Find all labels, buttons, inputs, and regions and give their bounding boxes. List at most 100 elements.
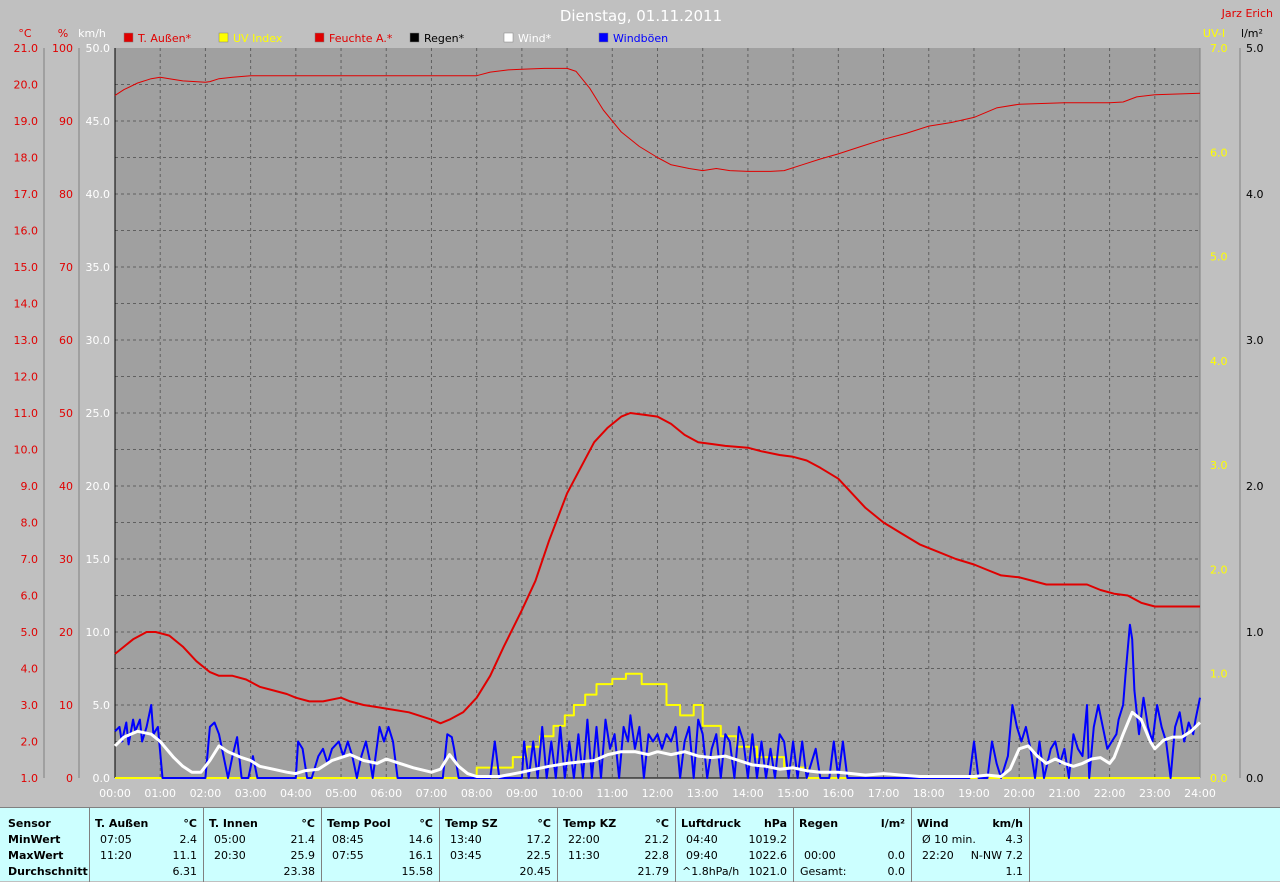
temp-axis-unit: °C [18, 27, 32, 40]
stat-header: T. Innen [209, 817, 258, 830]
stat-max-value: N-NW 7.2 [970, 849, 1023, 862]
temp-axis-tick: 8.0 [21, 517, 39, 530]
author-label: Jarz Erich [1221, 7, 1273, 20]
rain-axis-unit: l/m² [1241, 27, 1263, 40]
x-tick: 04:00 [280, 787, 312, 800]
stat-avg-value: 20.45 [519, 865, 552, 878]
legend: T. Außen* UV Index Feuchte A.* Regen* Wind* W… [123, 32, 668, 45]
x-tick: 06:00 [370, 787, 402, 800]
temp-axis-tick: 19.0 [14, 115, 39, 128]
wind-axis-tick: 15.0 [86, 553, 111, 566]
humidity-axis-unit: % [58, 27, 68, 40]
temp-axis-tick: 18.0 [14, 152, 39, 165]
uv-axis-tick: 6.0 [1210, 146, 1228, 159]
stat-header: Luftdruck [681, 817, 741, 830]
stats-temp-sz: Temp SZ °C 13:40 17.2 03:45 22.5 20.45 [440, 808, 558, 882]
x-tick: 05:00 [325, 787, 357, 800]
x-tick: 21:00 [1049, 787, 1081, 800]
temp-axis-tick: 1.0 [21, 772, 39, 785]
humidity-axis-tick: 30 [59, 553, 73, 566]
temp-axis-tick: 4.0 [21, 663, 39, 676]
humidity-axis-tick: 90 [59, 115, 73, 128]
x-tick: 00:00 [99, 787, 131, 800]
x-tick: 14:00 [732, 787, 764, 800]
stat-max-time: 07:55 [332, 849, 364, 862]
stat-avg-value: 6.31 [172, 865, 198, 878]
legend-swatch [598, 32, 609, 43]
stat-avg-label: Gesamt: [800, 865, 847, 878]
stat-min-value: 4.3 [1005, 833, 1024, 846]
x-tick: 19:00 [958, 787, 990, 800]
x-tick: 15:00 [777, 787, 809, 800]
wind-axis-tick: 35.0 [86, 261, 111, 274]
humidity-axis-tick: 0 [66, 772, 73, 785]
uv-axis-tick: 0.0 [1210, 772, 1228, 785]
uv-axis-tick: 4.0 [1210, 355, 1228, 368]
stat-unit: °C [183, 817, 197, 830]
humidity-axis-tick: 70 [59, 261, 73, 274]
temp-axis-tick: 9.0 [21, 480, 39, 493]
wind-axis-tick: 50.0 [86, 42, 111, 55]
wind-axis-tick: 40.0 [86, 188, 111, 201]
uv-axis-tick: 7.0 [1210, 42, 1228, 55]
temp-axis-tick: 14.0 [14, 298, 39, 311]
legend-swatch [218, 32, 229, 43]
stat-min-value: 21.4 [290, 833, 316, 846]
x-tick: 22:00 [1094, 787, 1126, 800]
stat-max-value: 22.5 [526, 849, 552, 862]
humidity-axis-tick: 40 [59, 480, 73, 493]
wind-axis-tick: 10.0 [86, 626, 111, 639]
stat-max-time: 11:30 [568, 849, 600, 862]
stat-min-time: 22:00 [568, 833, 600, 846]
stat-min-time: Ø 10 min. [922, 833, 976, 846]
humidity-axis-tick: 80 [59, 188, 73, 201]
stat-min-value: 2.4 [179, 833, 198, 846]
x-tick: 17:00 [868, 787, 900, 800]
x-tick: 12:00 [642, 787, 674, 800]
stat-max-value: 25.9 [290, 849, 316, 862]
stat-avg-value: 23.38 [283, 865, 316, 878]
stat-header: T. Außen [95, 817, 149, 830]
stat-avg-label: ^1.8hPa/h [682, 865, 740, 878]
temp-axis-tick: 12.0 [14, 371, 39, 384]
temp-axis-tick: 6.0 [21, 590, 39, 603]
stat-avg-value: 1021.0 [748, 865, 788, 878]
stat-unit: km/h [992, 817, 1023, 830]
legend-label: Feuchte A.* [329, 32, 393, 45]
legend-swatch [503, 32, 514, 43]
stat-max-time: 11:20 [100, 849, 132, 862]
stat-avg-value: 0.0 [887, 865, 906, 878]
x-tick: 13:00 [687, 787, 719, 800]
wind-axis-tick: 0.0 [93, 772, 111, 785]
temp-axis-tick: 11.0 [14, 407, 39, 420]
stats-temp-pool: Temp Pool °C 08:45 14.6 07:55 16.1 15.58 [322, 808, 440, 882]
temp-axis-tick: 20.0 [14, 79, 39, 92]
rain-axis-tick: 5.0 [1246, 42, 1264, 55]
rain-axis-tick: 3.0 [1246, 334, 1264, 347]
temp-axis-tick: 3.0 [21, 699, 39, 712]
stat-min-time: 08:45 [332, 833, 364, 846]
rain-axis-tick: 0.0 [1246, 772, 1264, 785]
x-tick: 18:00 [913, 787, 945, 800]
stats-wind: Wind km/h Ø 10 min. 4.3 22:20 N-NW 7.2 1.1 [912, 808, 1030, 882]
stat-header: Wind [917, 817, 949, 830]
stat-max-time: 22:20 [922, 849, 954, 862]
stat-unit: °C [655, 817, 669, 830]
stat-max-time: 03:45 [450, 849, 482, 862]
stat-min-time: 13:40 [450, 833, 482, 846]
stat-max-time: 00:00 [804, 849, 836, 862]
legend-swatch [123, 32, 134, 43]
x-tick: 02:00 [190, 787, 222, 800]
wind-axis-tick: 45.0 [86, 115, 111, 128]
x-tick: 10:00 [551, 787, 583, 800]
temp-axis-tick: 13.0 [14, 334, 39, 347]
wind-axis-unit: km/h [78, 27, 106, 40]
humidity-axis-tick: 100 [52, 42, 73, 55]
x-tick: 09:00 [506, 787, 538, 800]
stats-sensor-column: Sensor MinWert MaxWert Durchschnitt [0, 808, 90, 882]
wind-axis-tick: 30.0 [86, 334, 111, 347]
temp-axis-tick: 16.0 [14, 225, 39, 238]
humidity-axis-tick: 50 [59, 407, 73, 420]
temp-axis-tick: 15.0 [14, 261, 39, 274]
stat-header: Regen [799, 817, 839, 830]
